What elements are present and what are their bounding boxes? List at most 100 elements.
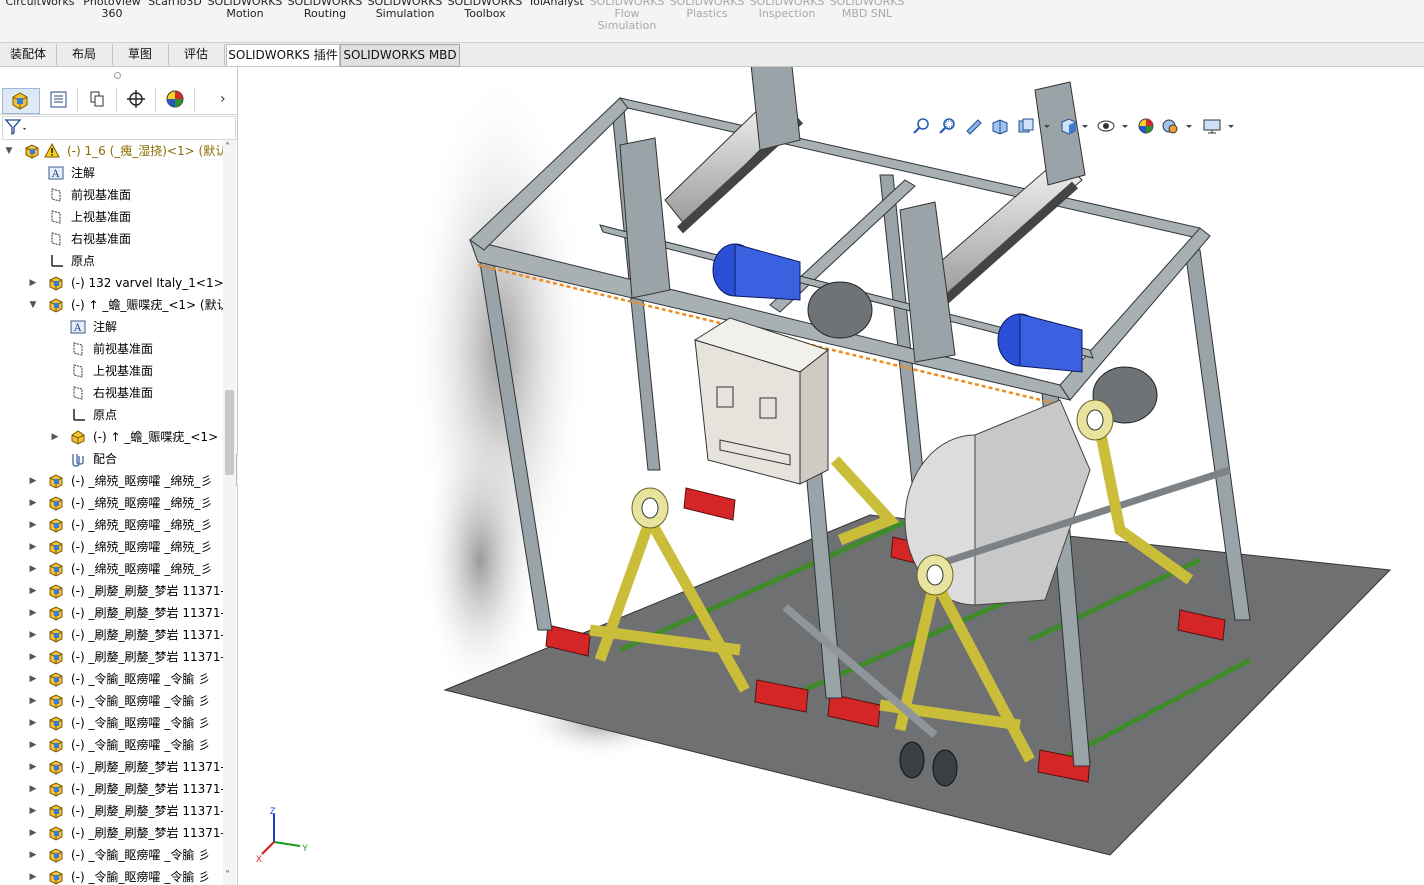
- expand-arrow-icon[interactable]: ▶: [28, 558, 38, 580]
- tree-row[interactable]: A 注解: [0, 316, 223, 338]
- tree-row[interactable]: ▶ (-) _刷嫠_刷嫠_梦岩 11371-1: [0, 778, 223, 800]
- view-orientation-icon[interactable]: [1058, 117, 1078, 135]
- expand-arrow-icon[interactable]: ▶: [28, 712, 38, 734]
- tree-row[interactable]: ▶ (-) ↑ _蟾_赈喋疣_<1> (: [0, 426, 223, 448]
- dimxpert-tab-button[interactable]: [119, 88, 156, 112]
- tree-row[interactable]: ▶ (-) _绵殑_眍痨嚯 _绵殑_彡: [0, 492, 223, 514]
- tree-row[interactable]: 右视基准面: [0, 228, 223, 250]
- tree-row[interactable]: 原点: [0, 250, 223, 272]
- tree-row[interactable]: 上视基准面: [0, 206, 223, 228]
- expand-arrow-icon[interactable]: ▶: [28, 822, 38, 844]
- ribbon-button-10[interactable]: SOLIDWORKS Inspection: [747, 0, 827, 20]
- ribbon-button-0[interactable]: CircuitWorks: [0, 0, 80, 8]
- expand-arrow-icon[interactable]: ▶: [28, 492, 38, 514]
- tree-row[interactable]: ▶ (-) _绵殑_眍痨嚯 _绵殑_彡: [0, 470, 223, 492]
- expand-arrow-icon[interactable]: ▶: [28, 734, 38, 756]
- apply-scene-icon[interactable]: [1160, 117, 1180, 135]
- tree-row[interactable]: ▶ (-) _令腧_眍痨嚯 _令腧 彡: [0, 690, 223, 712]
- zoom-to-area-icon[interactable]: [938, 117, 958, 135]
- dropdown-arrow-icon[interactable]: [1184, 117, 1194, 135]
- expand-arrow-icon[interactable]: ▶: [28, 624, 38, 646]
- scroll-down-arrow-icon[interactable]: ˅: [225, 870, 230, 881]
- feature-manager-tab-button[interactable]: [2, 88, 40, 114]
- expand-arrow-icon[interactable]: ▶: [28, 536, 38, 558]
- tab-5[interactable]: SOLIDWORKS MBD: [340, 44, 460, 67]
- expand-arrow-icon[interactable]: ▶: [28, 756, 38, 778]
- ribbon-button-7[interactable]: TolAnalyst: [516, 0, 596, 8]
- expand-arrow-icon[interactable]: ▶: [28, 646, 38, 668]
- ribbon-button-5[interactable]: SOLIDWORKS Simulation: [365, 0, 445, 20]
- tree-row[interactable]: ▶ (-) 132 varvel Italy_1<1> (: [0, 272, 223, 294]
- display-manager-tab-button[interactable]: [158, 88, 195, 112]
- expand-arrow-icon[interactable]: ▶: [28, 844, 38, 866]
- expand-arrow-icon[interactable]: ▶: [50, 426, 60, 448]
- property-manager-tab-button[interactable]: [41, 88, 78, 112]
- tree-row[interactable]: ▶ (-) _刷嫠_刷嫠_梦岩 11371-1: [0, 822, 223, 844]
- tree-row[interactable]: 配合: [0, 448, 223, 470]
- expand-arrow-icon[interactable]: ▶: [28, 690, 38, 712]
- ribbon-button-2[interactable]: ScanTo3D: [135, 0, 215, 8]
- collapse-arrow-icon[interactable]: ▼: [28, 294, 38, 316]
- expand-arrow-icon[interactable]: ▶: [28, 668, 38, 690]
- filter-funnel-icon[interactable]: [3, 117, 27, 137]
- expand-arrow-icon[interactable]: ▶: [28, 580, 38, 602]
- tree-row[interactable]: ▶ (-) _令腧_眍痨嚯 _令腧 彡: [0, 712, 223, 734]
- tree-row[interactable]: ▶ (-) _绵殑_眍痨嚯 _绵殑_彡: [0, 558, 223, 580]
- tree-row[interactable]: ▶ (-) _刷嫠_刷嫠_梦岩 11371-1: [0, 756, 223, 778]
- edit-appearance-icon[interactable]: [1136, 117, 1156, 135]
- tab-2[interactable]: 草图: [112, 44, 169, 65]
- tree-row[interactable]: ▶ (-) _令腧_眍痨嚯 _令腧 彡: [0, 734, 223, 756]
- expand-arrow-icon[interactable]: ▶: [28, 778, 38, 800]
- tree-row[interactable]: ▼ (-) ↑ _蟾_赈喋疣_<1> (默认: [0, 294, 223, 316]
- view-settings-monitor-icon[interactable]: [1202, 117, 1222, 135]
- tree-row[interactable]: 上视基准面: [0, 360, 223, 382]
- ribbon-button-11[interactable]: SOLIDWORKS MBD SNL: [827, 0, 907, 20]
- tree-row[interactable]: ▶ (-) _令腧_眍痨嚯 _令腧 彡: [0, 866, 223, 885]
- tree-row[interactable]: ▶ (-) _刷嫠_刷嫠_梦岩 11371-1: [0, 646, 223, 668]
- tree-filter-bar[interactable]: [2, 116, 236, 140]
- ribbon-button-3[interactable]: SOLIDWORKS Motion: [205, 0, 285, 20]
- tree-scrollbar[interactable]: ˄ ˅: [223, 140, 236, 885]
- scroll-up-arrow-icon[interactable]: ˄: [225, 142, 230, 153]
- tree-row[interactable]: A 注解: [0, 162, 223, 184]
- tree-row[interactable]: 右视基准面: [0, 382, 223, 404]
- dropdown-arrow-icon[interactable]: [1080, 117, 1090, 135]
- expand-arrow-icon[interactable]: ▶: [28, 602, 38, 624]
- scrollbar-thumb[interactable]: [225, 390, 234, 475]
- tree-row[interactable]: ▶ (-) _刷嫠_刷嫠_梦岩 11371-1: [0, 624, 223, 646]
- dropdown-arrow-icon[interactable]: [1120, 117, 1130, 135]
- dropdown-arrow-icon[interactable]: [1042, 117, 1052, 135]
- tree-row[interactable]: 前视基准面: [0, 338, 223, 360]
- tree-row[interactable]: ▶ (-) _绵殑_眍痨嚯 _绵殑_彡: [0, 536, 223, 558]
- expand-arrow-icon[interactable]: ▶: [28, 470, 38, 492]
- collapse-arrow-icon[interactable]: ▼: [4, 140, 14, 162]
- section-view-icon[interactable]: [990, 117, 1010, 135]
- tree-row[interactable]: 前视基准面: [0, 184, 223, 206]
- expand-arrow-icon[interactable]: ▶: [28, 272, 38, 294]
- tree-row[interactable]: 原点: [0, 404, 223, 426]
- configuration-manager-tab-button[interactable]: [80, 88, 117, 112]
- dynamic-annotation-view-icon[interactable]: [1016, 117, 1036, 135]
- tree-row[interactable]: ▶ (-) _令腧_眍痨嚯 _令腧 彡: [0, 668, 223, 690]
- ribbon-button-6[interactable]: SOLIDWORKS Toolbox: [445, 0, 525, 20]
- tab-4[interactable]: SOLIDWORKS 插件: [226, 44, 340, 66]
- tree-row[interactable]: ▶ (-) _令腧_眍痨嚯 _令腧 彡: [0, 844, 223, 866]
- tree-row[interactable]: ▶ (-) _刷嫠_刷嫠_梦岩 11371-1: [0, 602, 223, 624]
- tree-row[interactable]: ▶ (-) _刷嫠_刷嫠_梦岩 11371-1: [0, 800, 223, 822]
- ribbon-button-4[interactable]: SOLIDWORKS Routing: [285, 0, 365, 20]
- ribbon-button-8[interactable]: SOLIDWORKS Flow Simulation: [587, 0, 667, 32]
- tab-0[interactable]: 装配体: [0, 44, 57, 65]
- hide-show-items-icon[interactable]: [1096, 117, 1116, 135]
- dropdown-arrow-icon[interactable]: [1226, 117, 1236, 135]
- expand-arrow-icon[interactable]: ▶: [28, 866, 38, 885]
- panel-more-chevron-icon[interactable]: ›: [220, 91, 226, 107]
- panel-splitter-handle[interactable]: [114, 72, 121, 79]
- previous-view-icon[interactable]: [964, 117, 984, 135]
- tree-row[interactable]: ▼ (-) 1_6 (_瘣_湿挠)<1> (默认: [0, 140, 223, 162]
- expand-arrow-icon[interactable]: ▶: [28, 514, 38, 536]
- expand-arrow-icon[interactable]: ▶: [28, 800, 38, 822]
- tree-row[interactable]: ▶ (-) _绵殑_眍痨嚯 _绵殑_彡: [0, 514, 223, 536]
- graphics-viewport[interactable]: [238, 67, 1424, 885]
- tab-3[interactable]: 评估: [168, 44, 225, 65]
- ribbon-button-9[interactable]: SOLIDWORKS Plastics: [667, 0, 747, 20]
